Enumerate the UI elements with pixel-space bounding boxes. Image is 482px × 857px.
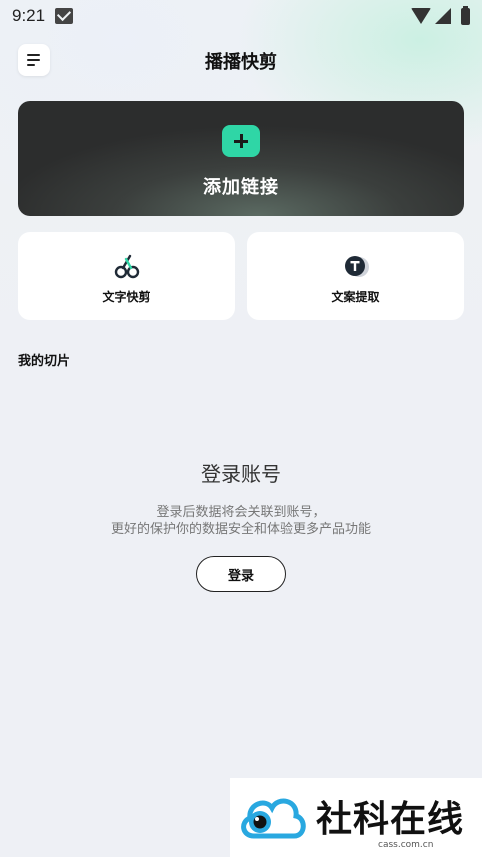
watermark: 社科在线 cass.com.cn — [230, 778, 482, 857]
add-link-card[interactable]: 添加链接 — [18, 101, 464, 216]
my-clips-title: 我的切片 — [18, 354, 71, 369]
plus-icon — [222, 125, 260, 157]
mail-notification-icon — [55, 8, 74, 24]
login-prompt-line-2: 更好的保护你的数据安全和体验更多产品功能 — [110, 522, 371, 537]
text-quick-cut-card[interactable]: 文字快剪 — [18, 232, 235, 320]
login-prompt-title: 登录账号 — [201, 462, 281, 486]
status-bar: 9:21 — [0, 0, 482, 32]
text-quick-cut-label: 文字快剪 — [102, 290, 151, 304]
app-header: 播播快剪 — [0, 40, 482, 80]
login-prompt-description: 登录后数据将会关联到账号， 更好的保护你的数据安全和体验更多产品功能 — [0, 504, 482, 538]
scissors-icon — [114, 254, 139, 279]
add-link-label: 添加链接 — [203, 177, 279, 198]
battery-icon — [461, 5, 470, 25]
wifi-icon — [411, 8, 431, 24]
copy-extract-label: 文案提取 — [331, 290, 380, 304]
cloud-eye-logo-icon — [241, 798, 306, 839]
status-indicators — [411, 5, 470, 25]
watermark-url: cass.com.cn — [378, 840, 434, 850]
status-time: 9:21 — [12, 6, 46, 25]
page-title: 播播快剪 — [205, 52, 277, 73]
copy-extract-card[interactable]: 文案提取 — [247, 232, 464, 320]
login-button[interactable]: 登录 — [196, 556, 286, 592]
watermark-text: 社科在线 — [316, 798, 465, 840]
text-extract-icon — [344, 256, 369, 277]
signal-icon — [435, 8, 451, 24]
login-prompt-line-1: 登录后数据将会关联到账号， — [156, 505, 326, 520]
